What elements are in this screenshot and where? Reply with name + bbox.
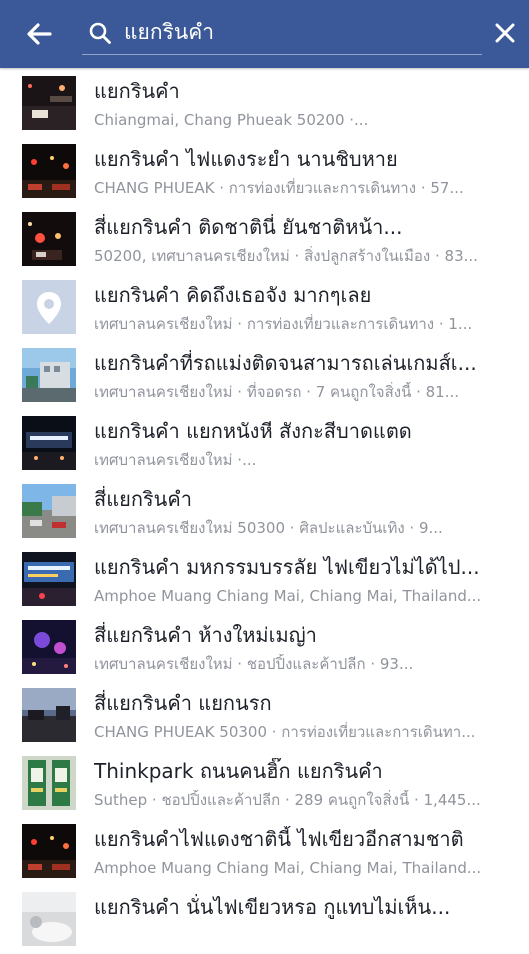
arrow-left-icon: [27, 23, 52, 45]
thumbnail-image: [22, 416, 76, 470]
result-title: สี่แยกรินคำ: [94, 487, 192, 511]
result-item[interactable]: แยกรินคำ นั่นไฟเขียวหรอ กูแทบไม่เห็น...: [0, 886, 529, 954]
search-input[interactable]: [124, 16, 474, 48]
result-thumbnail: [22, 552, 76, 606]
result-thumbnail: [22, 348, 76, 402]
result-thumbnail: [22, 484, 76, 538]
result-title: แยกรินคำ คิดถึงเธอจัง มากๆเลย: [94, 283, 372, 307]
clear-search-button[interactable]: [488, 16, 522, 50]
result-item[interactable]: แยกรินคำ แยกหนังหี สังกะสีบาดแตด เทศบาลน…: [0, 410, 529, 478]
result-subtitle: Amphoe Muang Chiang Mai, Chiang Mai, Tha…: [94, 859, 482, 877]
result-thumbnail: [22, 212, 76, 266]
result-subtitle: CHANG PHUEAK · การท่องเที่ยวและการเดินทา…: [94, 179, 464, 197]
result-thumbnail: [22, 688, 76, 742]
result-title: สี่แยกรินคำ ติดชาตินี่ ยันชาติหน้า...: [94, 215, 403, 239]
search-icon: [89, 22, 111, 44]
result-item[interactable]: แยกรินคำที่รถแม่งติดจนสามารถเล่นเกมส์เ..…: [0, 342, 529, 410]
thumbnail-image: [22, 756, 76, 810]
result-item[interactable]: แยกรินคำ คิดถึงเธอจัง มากๆเลย เทศบาลนครเ…: [0, 274, 529, 342]
result-item[interactable]: สี่แยกรินคำ แยกนรก CHANG PHUEAK 50300 · …: [0, 682, 529, 750]
result-thumbnail: [22, 416, 76, 470]
result-subtitle: เทศบาลนครเชียงใหม่ · การท่องเที่ยวและการ…: [94, 315, 473, 333]
thumbnail-image: [22, 484, 76, 538]
result-subtitle: 50200, เทศบาลนครเชียงใหม่ · สิ่งปลูกสร้า…: [94, 247, 478, 265]
thumbnail-image: [22, 280, 76, 334]
thumbnail-image: [22, 212, 76, 266]
search-header: [0, 0, 529, 68]
result-title: สี่แยกรินคำ ห้างใหม่เมญ่า: [94, 623, 317, 647]
result-item[interactable]: Thinkpark ถนนคนฮิ๊ก แยกรินคำ Suthep · ชอ…: [0, 750, 529, 818]
result-title: Thinkpark ถนนคนฮิ๊ก แยกรินคำ: [94, 759, 383, 783]
back-button[interactable]: [18, 14, 60, 54]
result-subtitle: เทศบาลนครเชียงใหม่ · ชอปปิ้งและค้าปลีก ·…: [94, 655, 414, 673]
result-subtitle: เทศบาลนครเชียงใหม่ · ที่จอดรถ · 7 คนถูกใ…: [94, 383, 460, 401]
result-item[interactable]: สี่แยกรินคำ เทศบาลนครเชียงใหม่ 50300 · ศ…: [0, 478, 529, 546]
result-thumbnail: [22, 76, 76, 130]
thumbnail-image: [22, 892, 76, 946]
result-title: แยกรินคำไฟแดงชาตินี้ ไฟเขียวอีกสามชาติ: [94, 827, 464, 851]
thumbnail-image: [22, 348, 76, 402]
thumbnail-image: [22, 144, 76, 198]
result-title: แยกรินคำ แยกหนังหี สังกะสีบาดแตด: [94, 419, 412, 443]
result-item[interactable]: สี่แยกรินคำ ติดชาตินี่ ยันชาติหน้า... 50…: [0, 206, 529, 274]
result-title: แยกรินคำ มหกรรมบรรลัย ไฟเขียวไม่ได้ไป...: [94, 555, 480, 579]
result-thumbnail: [22, 892, 76, 946]
result-subtitle: เทศบาลนครเชียงใหม่ ·...: [94, 451, 257, 469]
result-subtitle: เทศบาลนครเชียงใหม่ 50300 · ศิลปะและบันเท…: [94, 519, 443, 537]
result-item[interactable]: แยกรินคำ Chiangmai, Chang Phueak 50200 ·…: [0, 70, 529, 138]
result-item[interactable]: แยกรินคำ มหกรรมบรรลัย ไฟเขียวไม่ได้ไป...…: [0, 546, 529, 614]
search-results-list: แยกรินคำ Chiangmai, Chang Phueak 50200 ·…: [0, 70, 529, 954]
result-subtitle: Suthep · ชอปปิ้งและค้าปลีก · 289 คนถูกใจ…: [94, 791, 481, 809]
thumbnail-image: [22, 76, 76, 130]
result-thumbnail: [22, 144, 76, 198]
search-bar: [82, 12, 482, 55]
thumbnail-image: [22, 620, 76, 674]
thumbnail-image: [22, 824, 76, 878]
result-subtitle: Chiangmai, Chang Phueak 50200 ·...: [94, 111, 369, 129]
result-item[interactable]: แยกรินคำไฟแดงชาตินี้ ไฟเขียวอีกสามชาติ A…: [0, 818, 529, 886]
thumbnail-image: [22, 552, 76, 606]
result-thumbnail: [22, 620, 76, 674]
thumbnail-image: [22, 688, 76, 742]
location-pin-icon: [22, 280, 76, 334]
result-title: แยกรินคำ นั่นไฟเขียวหรอ กูแทบไม่เห็น...: [94, 895, 451, 919]
result-thumbnail: [22, 756, 76, 810]
result-title: แยกรินคำ: [94, 79, 180, 103]
result-item[interactable]: สี่แยกรินคำ ห้างใหม่เมญ่า เทศบาลนครเชียง…: [0, 614, 529, 682]
result-subtitle: Amphoe Muang Chiang Mai, Chiang Mai, Tha…: [94, 587, 482, 605]
result-title: แยกรินคำ ไฟแดงระยำ นานชิบหาย: [94, 147, 398, 171]
result-subtitle: CHANG PHUEAK 50300 · การท่องเที่ยวและการ…: [94, 723, 476, 741]
result-thumbnail: [22, 824, 76, 878]
close-icon: [495, 23, 515, 43]
result-title: แยกรินคำที่รถแม่งติดจนสามารถเล่นเกมส์เ..…: [94, 351, 477, 375]
result-title: สี่แยกรินคำ แยกนรก: [94, 691, 272, 715]
result-item[interactable]: แยกรินคำ ไฟแดงระยำ นานชิบหาย CHANG PHUEA…: [0, 138, 529, 206]
